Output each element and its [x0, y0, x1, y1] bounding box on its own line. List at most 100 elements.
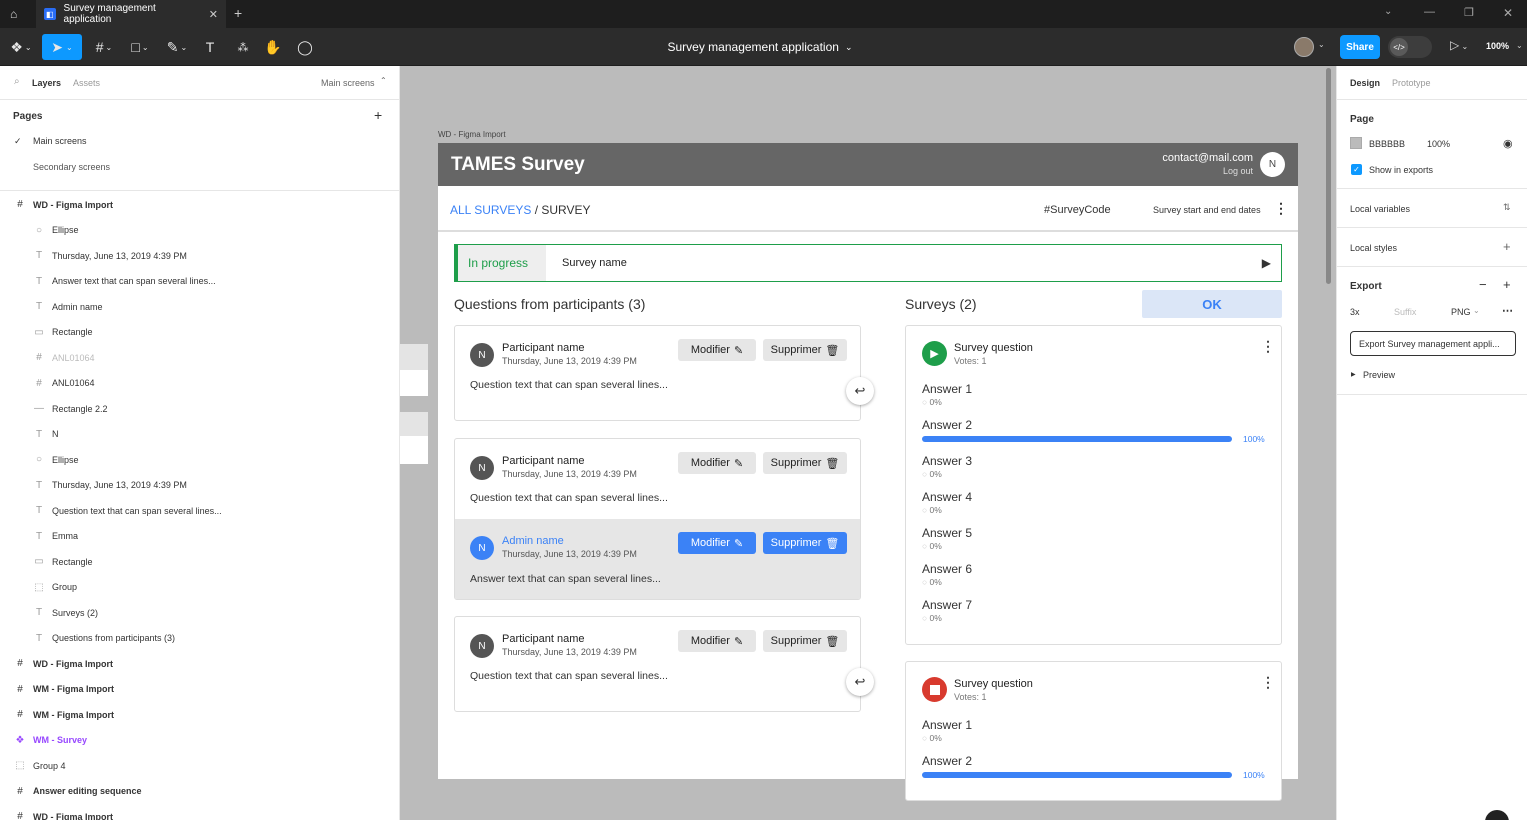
- add-page-icon[interactable]: +: [374, 107, 382, 123]
- close-window-icon[interactable]: ✕: [1503, 6, 1513, 20]
- user-avatar-initial[interactable]: N: [1260, 152, 1285, 177]
- chevron-down-icon[interactable]: ⌄: [1516, 41, 1523, 50]
- layer-item[interactable]: ❖ WM - Survey: [0, 728, 400, 753]
- layer-item[interactable]: ⬚ Group 4: [0, 753, 400, 778]
- more-vertical-icon[interactable]: ⋮: [1274, 200, 1288, 217]
- layer-label: Questions from participants (3): [52, 633, 176, 643]
- shape-tool-icon[interactable]: □ ⌄: [126, 34, 154, 60]
- text-tool-icon[interactable]: T: [200, 34, 220, 60]
- restore-icon[interactable]: ❐: [1464, 6, 1474, 19]
- help-button[interactable]: [1485, 810, 1509, 820]
- layer-item[interactable]: T Surveys (2): [0, 600, 400, 625]
- export-scale[interactable]: 3x: [1350, 307, 1360, 317]
- minimize-icon[interactable]: —: [1424, 6, 1435, 18]
- tab-prototype[interactable]: Prototype: [1392, 78, 1431, 88]
- eye-icon[interactable]: ◉: [1503, 137, 1513, 150]
- local-variables-label[interactable]: Local variables: [1350, 204, 1410, 214]
- ok-button[interactable]: OK: [1142, 290, 1282, 318]
- layer-item[interactable]: T Admin name: [0, 294, 400, 319]
- layer-item[interactable]: # WD - Figma Import: [0, 192, 400, 217]
- share-button[interactable]: Share: [1340, 35, 1380, 59]
- present-icon[interactable]: ▷ ⌄: [1450, 38, 1468, 52]
- user-avatar[interactable]: [1294, 37, 1314, 57]
- canvas-scrollbar[interactable]: [1326, 68, 1331, 284]
- layer-item[interactable]: T Questions from participants (3): [0, 626, 400, 651]
- search-icon[interactable]: ⌕: [14, 76, 20, 87]
- chevron-down-icon[interactable]: ⌄: [1318, 40, 1325, 49]
- layer-item[interactable]: ○ Ellipse: [0, 218, 400, 243]
- more-horizontal-icon[interactable]: ⋯: [1502, 304, 1513, 317]
- delete-answer-button[interactable]: Supprimer 🗑: [763, 532, 847, 554]
- page-color-swatch[interactable]: [1350, 137, 1362, 149]
- play-icon[interactable]: ▶: [922, 341, 947, 366]
- remove-export-icon[interactable]: −: [1479, 277, 1487, 292]
- chevron-down-icon[interactable]: ⌄: [1384, 6, 1392, 17]
- layer-item[interactable]: TN: [0, 422, 400, 447]
- modify-answer-button[interactable]: Modifier ✎: [678, 532, 756, 554]
- page-item-secondary[interactable]: Secondary screens: [33, 162, 110, 172]
- layer-item[interactable]: T Thursday, June 13, 2019 4:39 PM: [0, 473, 400, 498]
- add-style-icon[interactable]: +: [1503, 239, 1511, 254]
- layer-item[interactable]: ▭ Rectangle: [0, 549, 400, 574]
- page-selector[interactable]: Main screens: [321, 78, 375, 88]
- resources-icon[interactable]: ⁂: [232, 34, 254, 60]
- document-title[interactable]: Survey management application ⌄: [620, 28, 900, 66]
- file-tab[interactable]: ◧ Survey management application ✕: [36, 0, 226, 28]
- play-icon[interactable]: ▶: [1262, 256, 1271, 270]
- canvas[interactable]: WD - Figma Import TAMES Survey contact@m…: [400, 66, 1336, 820]
- layer-item[interactable]: # ANL01064: [0, 345, 400, 370]
- stop-icon[interactable]: [922, 677, 947, 702]
- page-color-value[interactable]: BBBBBB: [1369, 139, 1405, 149]
- tab-design[interactable]: Design: [1350, 78, 1380, 88]
- more-vertical-icon[interactable]: ⋮: [1261, 674, 1275, 691]
- preview-toggle[interactable]: Preview: [1363, 370, 1395, 380]
- reply-icon[interactable]: ↩: [846, 377, 874, 405]
- reply-icon[interactable]: ↩: [846, 668, 874, 696]
- page-item-main[interactable]: Main screens: [33, 136, 87, 146]
- logout-link[interactable]: Log out: [1158, 166, 1253, 176]
- more-vertical-icon[interactable]: ⋮: [1261, 338, 1275, 355]
- pen-tool-icon[interactable]: ✎ ⌄: [162, 34, 192, 60]
- export-format[interactable]: PNG: [1451, 307, 1471, 317]
- local-styles-label[interactable]: Local styles: [1350, 243, 1397, 253]
- modify-button[interactable]: Modifier ✎: [678, 339, 756, 361]
- layer-item[interactable]: T Emma: [0, 524, 400, 549]
- modify-button[interactable]: Modifier ✎: [678, 452, 756, 474]
- move-tool-icon[interactable]: ➤ ⌄: [42, 34, 82, 60]
- layer-item[interactable]: # ANL01064: [0, 371, 400, 396]
- variables-icon[interactable]: ⇅: [1503, 202, 1511, 213]
- zoom-level[interactable]: 100%: [1486, 41, 1509, 51]
- home-icon[interactable]: ⌂: [10, 7, 17, 21]
- export-button[interactable]: Export Survey management appli...: [1350, 331, 1516, 356]
- main-menu-icon[interactable]: ❖ ⌄: [8, 34, 34, 60]
- layer-item[interactable]: T Answer text that can span several lines…: [0, 269, 400, 294]
- close-tab-icon[interactable]: ✕: [209, 8, 218, 21]
- layer-item[interactable]: # WD - Figma Import: [0, 804, 400, 820]
- layer-item[interactable]: — Rectangle 2.2: [0, 396, 400, 421]
- add-export-icon[interactable]: +: [1503, 277, 1511, 292]
- show-exports-checkbox[interactable]: ✓: [1351, 164, 1362, 175]
- layer-item[interactable]: ⬚ Group: [0, 575, 400, 600]
- layer-item[interactable]: ○ Ellipse: [0, 447, 400, 472]
- new-tab-icon[interactable]: +: [234, 5, 242, 21]
- layer-item[interactable]: # WM - Figma Import: [0, 702, 400, 727]
- delete-button[interactable]: Supprimer 🗑: [763, 452, 847, 474]
- layer-item[interactable]: ▭ Rectangle: [0, 320, 400, 345]
- delete-button[interactable]: Supprimer 🗑: [763, 630, 847, 652]
- hand-tool-icon[interactable]: ✋: [262, 34, 284, 60]
- tab-layers[interactable]: Layers: [32, 78, 61, 88]
- delete-button[interactable]: Supprimer 🗑: [763, 339, 847, 361]
- modify-button[interactable]: Modifier ✎: [678, 630, 756, 652]
- page-opacity[interactable]: 100%: [1427, 139, 1450, 149]
- layer-item[interactable]: # Answer editing sequence: [0, 779, 400, 804]
- layer-item[interactable]: # WD - Figma Import: [0, 651, 400, 676]
- layer-item[interactable]: # WM - Figma Import: [0, 677, 400, 702]
- layer-item[interactable]: T Question text that can span several lin…: [0, 498, 400, 523]
- frame-label[interactable]: WD - Figma Import: [438, 130, 506, 139]
- tab-assets[interactable]: Assets: [73, 78, 100, 88]
- layer-item[interactable]: T Thursday, June 13, 2019 4:39 PM: [0, 243, 400, 268]
- export-suffix-input[interactable]: Suffix: [1394, 307, 1416, 317]
- frame-tool-icon[interactable]: # ⌄: [90, 34, 118, 60]
- breadcrumb-all-surveys[interactable]: ALL SURVEYS: [450, 203, 531, 217]
- comment-tool-icon[interactable]: ◯: [294, 34, 316, 60]
